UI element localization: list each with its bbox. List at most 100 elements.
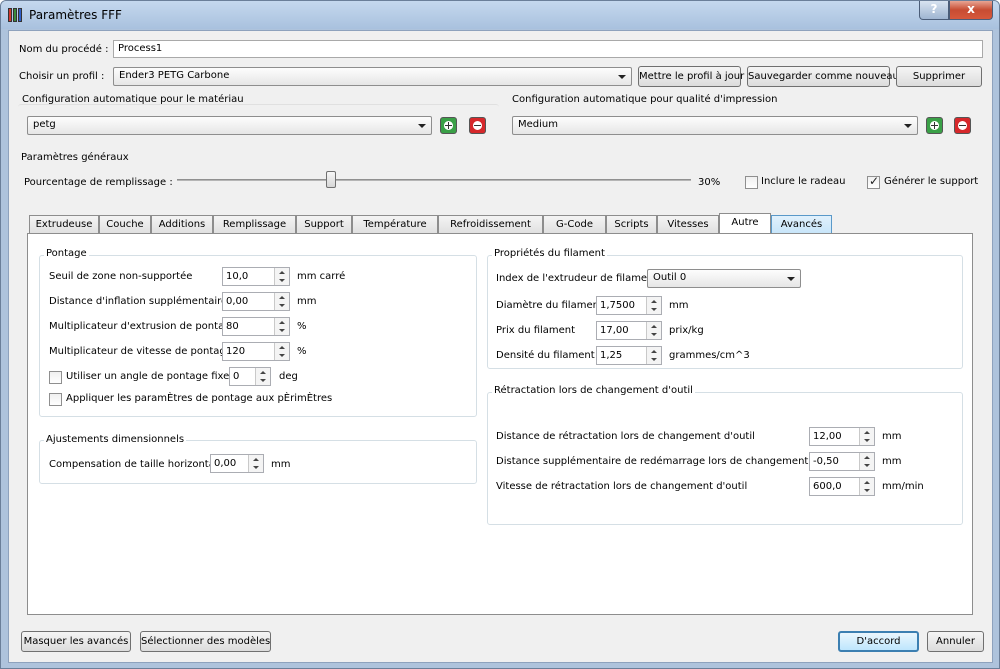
chevron-down-icon <box>904 124 912 128</box>
tab-7[interactable]: G-Code <box>543 215 606 235</box>
tab-bar: Extrudeuse Couche Additions Remplissage Supp… <box>29 213 975 235</box>
hide-advanced-button[interactable]: Masquer les avancés <box>21 631 131 652</box>
select-models-button[interactable]: Sélectionner des modèles <box>140 631 271 652</box>
tab-11[interactable]: Avancés <box>771 215 832 235</box>
tab-10[interactable]: Autre <box>719 213 771 235</box>
dimensional-value: 0,00 <box>214 458 237 469</box>
tool-retract-spinbox-0[interactable]: 12,00 <box>809 427 875 446</box>
extruder-index-label: Index de l'extrudeur de filament <box>496 273 658 284</box>
tool-retract-spinbox-2[interactable]: 600,0 <box>809 477 875 496</box>
app-icon <box>8 8 23 22</box>
spin-arrows-icon[interactable] <box>274 318 289 335</box>
add-quality-icon[interactable] <box>926 117 943 134</box>
infill-value: 30% <box>698 177 721 188</box>
title-bar[interactable]: Paramètres FFF ? x <box>1 1 999 29</box>
bridging-value-2: 80 <box>226 321 239 332</box>
tab-3[interactable]: Remplissage <box>213 215 296 235</box>
filament-title: Propriétés du filament <box>492 248 607 259</box>
dialog-window: Paramètres FFF ? x Nom du procédé : Proc… <box>0 0 1000 669</box>
tool-retract-label-0: Distance de rétractation lors de changem… <box>496 431 755 442</box>
fixed-angle-label: Utiliser un angle de pontage fixe. <box>66 371 233 382</box>
bridging-spinbox-1[interactable]: 0,00 <box>222 292 290 311</box>
tab-9[interactable]: Vitesses <box>657 215 719 235</box>
delete-profile-button[interactable]: Supprimer <box>896 66 982 87</box>
dimensional-spinbox[interactable]: 0,00 <box>210 454 264 473</box>
close-button[interactable]: x <box>949 1 993 20</box>
filament-spinbox-2[interactable]: 1,25 <box>596 346 662 365</box>
filament-label-0: Diamètre du filament <box>496 300 603 311</box>
spin-arrows-icon[interactable] <box>255 368 270 385</box>
help-button[interactable]: ? <box>919 1 949 20</box>
save-as-new-button[interactable]: Sauvegarder comme nouveau <box>747 66 899 87</box>
tool-retract-spinbox-1[interactable]: -0,50 <box>809 452 875 471</box>
tab-5[interactable]: Température <box>352 215 438 235</box>
fixed-angle-spinbox[interactable]: 0 <box>229 367 271 386</box>
bridging-label-2: Multiplicateur d'extrusion de pontage <box>49 321 237 332</box>
spin-arrows-icon[interactable] <box>274 268 289 285</box>
raft-label: Inclure le radeau <box>761 176 846 187</box>
window-title: Paramètres FFF <box>29 8 122 22</box>
tool-retract-unit-2: mm/min <box>882 481 924 492</box>
spin-arrows-icon[interactable] <box>646 297 661 314</box>
filament-value-1: 17,00 <box>600 325 629 336</box>
spin-arrows-icon[interactable] <box>274 293 289 310</box>
support-checkbox[interactable] <box>867 174 880 189</box>
dialog-client: Nom du procédé : Process1 Choisir un pro… <box>8 30 993 663</box>
spin-arrows-icon[interactable] <box>859 428 874 445</box>
general-title: Paramètres généraux <box>21 152 129 163</box>
filament-spinbox-1[interactable]: 17,00 <box>596 321 662 340</box>
tab-1[interactable]: Couche <box>99 215 151 235</box>
bridging-spinbox-2[interactable]: 80 <box>222 317 290 336</box>
filament-label-1: Prix du filament <box>496 325 576 336</box>
bridging-spinbox-0[interactable]: 10,0 <box>222 267 290 286</box>
chevron-down-icon <box>418 124 426 128</box>
extruder-index-value: Outil 0 <box>653 272 687 283</box>
raft-checkbox[interactable] <box>745 176 758 189</box>
tab-2[interactable]: Additions <box>151 215 213 235</box>
bridging-unit-2: % <box>297 321 307 332</box>
quality-select[interactable]: Medium <box>512 116 918 135</box>
spin-arrows-icon[interactable] <box>274 343 289 360</box>
apply-perimeters-checkbox[interactable] <box>49 393 62 406</box>
extruder-index-select[interactable]: Outil 0 <box>647 269 801 288</box>
filament-unit-1: prix/kg <box>669 325 704 336</box>
fixed-angle-checkbox[interactable] <box>49 371 62 384</box>
filament-value-2: 1,25 <box>600 350 623 361</box>
bridging-spinbox-3[interactable]: 120 <box>222 342 290 361</box>
tab-6[interactable]: Refroidissement <box>438 215 543 235</box>
spin-arrows-icon[interactable] <box>248 455 263 472</box>
spin-arrows-icon[interactable] <box>646 322 661 339</box>
remove-quality-icon[interactable] <box>954 117 971 134</box>
material-select-value: petg <box>33 119 56 130</box>
infill-slider-track[interactable] <box>177 179 691 181</box>
process-name-label: Nom du procédé : <box>19 44 109 55</box>
tab-8[interactable]: Scripts <box>606 215 657 235</box>
spin-arrows-icon[interactable] <box>646 347 661 364</box>
cancel-button[interactable]: Annuler <box>927 631 984 652</box>
bridging-value-0: 10,0 <box>226 271 249 282</box>
filament-spinbox-0[interactable]: 1,7500 <box>596 296 662 315</box>
tool-retract-value-2: 600,0 <box>813 481 842 492</box>
profile-label: Choisir un profil : <box>19 71 105 82</box>
ok-button[interactable]: D'accord <box>838 631 919 652</box>
process-name-input[interactable]: Process1 <box>113 40 983 58</box>
tab-0[interactable]: Extrudeuse <box>29 215 99 235</box>
tab-4[interactable]: Support <box>296 215 352 235</box>
fixed-angle-value: 0 <box>233 371 240 382</box>
profile-select[interactable]: Ender3 PETG Carbone <box>113 67 632 86</box>
tool-retract-value-1: -0,50 <box>813 456 839 467</box>
update-profile-button[interactable]: Mettre le profil à jour <box>638 66 744 87</box>
bridging-unit-0: mm carré <box>297 271 346 282</box>
remove-material-icon[interactable] <box>469 117 486 134</box>
support-label: Générer le support <box>884 176 979 187</box>
filament-value-0: 1,7500 <box>600 300 635 311</box>
fixed-angle-unit: deg <box>279 371 298 382</box>
tool-retract-title: Rétractation lors de changement d'outil <box>492 385 695 396</box>
spin-arrows-icon[interactable] <box>859 453 874 470</box>
add-material-icon[interactable] <box>440 117 457 134</box>
infill-slider-handle[interactable] <box>326 171 337 188</box>
infill-label: Pourcentage de remplissage : <box>24 177 173 188</box>
material-select[interactable]: petg <box>27 116 432 135</box>
bridging-title: Pontage <box>44 248 89 259</box>
spin-arrows-icon[interactable] <box>859 478 874 495</box>
